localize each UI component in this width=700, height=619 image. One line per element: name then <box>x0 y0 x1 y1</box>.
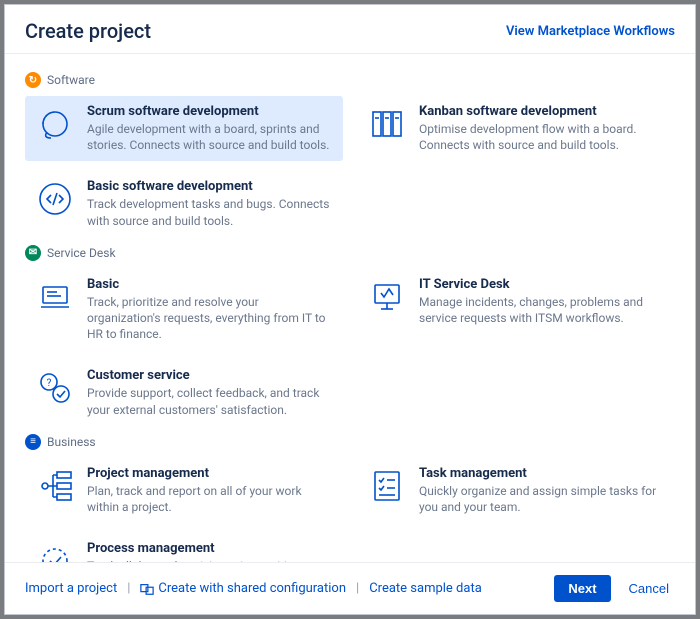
section-label: Software <box>47 73 95 87</box>
section-label: Business <box>47 435 96 449</box>
template-sd-it[interactable]: IT Service Desk Manage incidents, change… <box>357 269 675 351</box>
card-desc: Track, prioritize and resolve your organ… <box>87 294 333 343</box>
create-shared-config-link[interactable]: Create with shared configuration <box>140 581 346 596</box>
card-title: IT Service Desk <box>419 277 665 292</box>
dialog-footer: Import a project | Create with shared co… <box>5 562 695 614</box>
card-title: Process management <box>87 541 333 556</box>
card-desc: Quickly organize and assign simple tasks… <box>419 483 665 515</box>
card-title: Kanban software development <box>419 104 665 119</box>
section-label: Service Desk <box>47 246 116 260</box>
cancel-button[interactable]: Cancel <box>623 580 675 597</box>
next-button[interactable]: Next <box>554 575 610 602</box>
card-desc: Agile development with a board, sprints … <box>87 121 333 153</box>
template-sd-basic[interactable]: Basic Track, prioritize and resolve your… <box>25 269 343 351</box>
section-software: ↻ Software Scrum software development Ag… <box>25 72 675 237</box>
card-title: Project management <box>87 466 333 481</box>
template-scrum[interactable]: Scrum software development Agile develop… <box>25 96 343 161</box>
card-desc: Provide support, collect feedback, and t… <box>87 385 333 417</box>
dialog-header: Create project View Marketplace Workflow… <box>5 5 695 54</box>
card-desc: Manage incidents, changes, problems and … <box>419 294 665 326</box>
card-title: Customer service <box>87 368 333 383</box>
scrum-icon <box>35 104 75 144</box>
create-project-dialog: Create project View Marketplace Workflow… <box>4 4 696 615</box>
template-project-mgmt[interactable]: Project management Plan, track and repor… <box>25 458 343 523</box>
section-header-business: ≡ Business <box>25 434 675 450</box>
card-desc: Optimise development flow with a board. … <box>419 121 665 153</box>
section-header-servicedesk: ✉ Service Desk <box>25 245 675 261</box>
dialog-body: ↻ Software Scrum software development Ag… <box>5 54 695 562</box>
card-title: Task management <box>419 466 665 481</box>
separator: | <box>356 581 359 596</box>
servicedesk-icon: ✉ <box>25 245 41 261</box>
svg-text:?: ? <box>47 378 52 389</box>
card-desc: Track development tasks and bugs. Connec… <box>87 196 333 228</box>
process-icon <box>35 541 75 562</box>
kanban-icon <box>367 104 407 144</box>
card-title: Basic software development <box>87 179 333 194</box>
separator: | <box>127 581 130 596</box>
card-title: Scrum software development <box>87 104 333 119</box>
business-icon: ≡ <box>25 434 41 450</box>
import-project-link[interactable]: Import a project <box>25 581 117 596</box>
monitor-icon <box>367 277 407 317</box>
template-basic-software[interactable]: Basic software development Track develop… <box>25 171 343 236</box>
hierarchy-icon <box>35 466 75 506</box>
code-icon <box>35 179 75 219</box>
shared-config-label: Create with shared configuration <box>158 581 346 596</box>
feedback-icon: ? <box>35 368 75 408</box>
card-desc: Plan, track and report on all of your wo… <box>87 483 333 515</box>
section-business: ≡ Business Project management Plan, trac… <box>25 434 675 562</box>
template-process-mgmt[interactable]: Process management Track all the work ac… <box>25 533 343 562</box>
template-sd-customer[interactable]: ? Customer service Provide support, coll… <box>25 360 343 425</box>
template-task-mgmt[interactable]: Task management Quickly organize and ass… <box>357 458 675 523</box>
marketplace-workflows-link[interactable]: View Marketplace Workflows <box>506 24 675 39</box>
create-sample-data-link[interactable]: Create sample data <box>369 581 482 596</box>
checklist-icon <box>367 466 407 506</box>
laptop-icon <box>35 277 75 317</box>
template-kanban[interactable]: Kanban software development Optimise dev… <box>357 96 675 161</box>
section-header-software: ↻ Software <box>25 72 675 88</box>
dialog-title: Create project <box>25 19 151 43</box>
card-title: Basic <box>87 277 333 292</box>
section-servicedesk: ✉ Service Desk Basic Track, prioritize a… <box>25 245 675 426</box>
software-icon: ↻ <box>25 72 41 88</box>
shared-config-icon <box>140 582 154 596</box>
